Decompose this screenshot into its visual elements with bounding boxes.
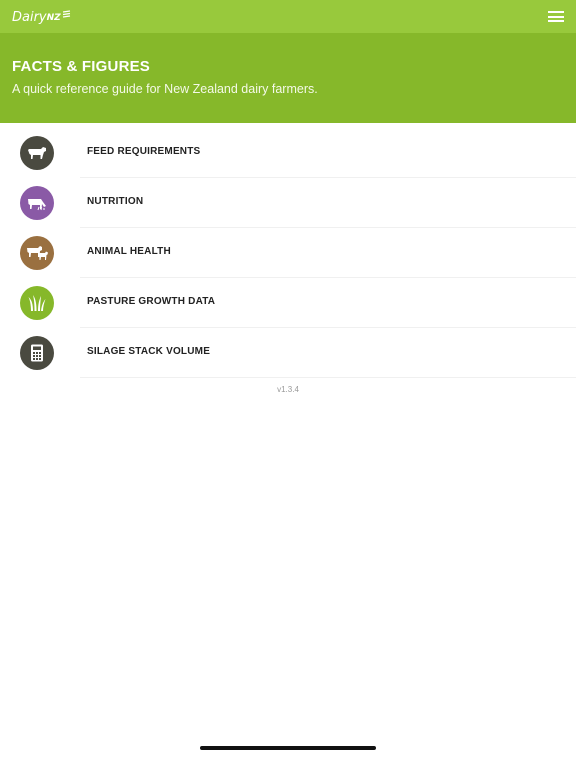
calculator-icon xyxy=(20,336,54,370)
menu-item-silage-stack-volume[interactable]: SILAGE STACK VOLUME xyxy=(0,328,576,378)
menu-list: FEED REQUIREMENTS NUTRITION ANIMAL HEALT… xyxy=(0,128,576,378)
dairynz-logo[interactable]: Dairy NZ xyxy=(12,8,71,26)
top-bar: Dairy NZ xyxy=(0,0,576,33)
menu-item-label: PASTURE GROWTH DATA xyxy=(87,296,216,307)
menu-item-nutrition[interactable]: NUTRITION xyxy=(0,178,576,228)
logo-text: Dairy xyxy=(12,9,47,25)
menu-item-pasture-growth-data[interactable]: PASTURE GROWTH DATA xyxy=(0,278,576,328)
cow-icon xyxy=(20,136,54,170)
menu-item-animal-health[interactable]: ANIMAL HEALTH xyxy=(0,228,576,278)
home-indicator[interactable] xyxy=(200,746,376,750)
menu-item-label: ANIMAL HEALTH xyxy=(87,246,171,257)
hamburger-menu-icon[interactable] xyxy=(548,11,564,24)
cow-grazing-icon xyxy=(20,186,54,220)
page-subtitle: A quick reference guide for New Zealand … xyxy=(12,82,318,96)
menu-item-feed-requirements[interactable]: FEED REQUIREMENTS xyxy=(0,128,576,178)
hero-banner: FACTS & FIGURES A quick reference guide … xyxy=(0,33,576,123)
cow-calf-icon xyxy=(20,236,54,270)
divider xyxy=(80,377,576,378)
grass-icon xyxy=(20,286,54,320)
menu-item-label: SILAGE STACK VOLUME xyxy=(87,346,211,357)
page-title: FACTS & FIGURES xyxy=(12,58,151,75)
app-version: v1.3.4 xyxy=(277,385,299,394)
logo-mark-icon xyxy=(62,9,70,18)
menu-item-label: FEED REQUIREMENTS xyxy=(87,146,201,157)
logo-suffix: NZ xyxy=(46,13,61,23)
menu-item-label: NUTRITION xyxy=(87,196,144,207)
